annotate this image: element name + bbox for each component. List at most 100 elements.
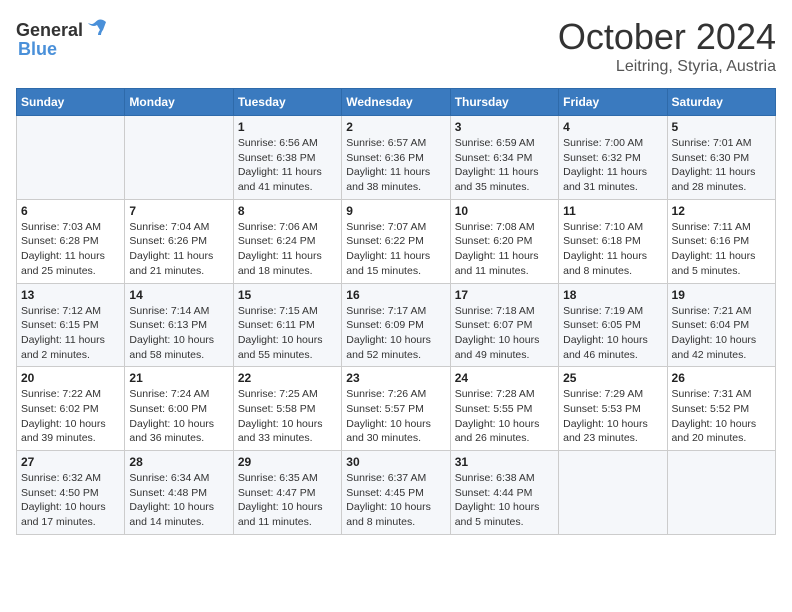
- day-info: Sunrise: 7:01 AM Sunset: 6:30 PM Dayligh…: [672, 136, 771, 195]
- day-info: Sunrise: 7:04 AM Sunset: 6:26 PM Dayligh…: [129, 220, 228, 279]
- calendar-day-cell: 1 Sunrise: 6:56 AM Sunset: 6:38 PM Daylig…: [233, 116, 341, 200]
- day-info: Sunrise: 7:31 AM Sunset: 5:52 PM Dayligh…: [672, 387, 771, 446]
- day-info: Sunrise: 7:21 AM Sunset: 6:04 PM Dayligh…: [672, 304, 771, 363]
- day-number: 16: [346, 288, 445, 302]
- day-number: 15: [238, 288, 337, 302]
- day-info: Sunrise: 6:59 AM Sunset: 6:34 PM Dayligh…: [455, 136, 554, 195]
- calendar-day-cell: 4 Sunrise: 7:00 AM Sunset: 6:32 PM Daylig…: [559, 116, 667, 200]
- day-info: Sunrise: 6:56 AM Sunset: 6:38 PM Dayligh…: [238, 136, 337, 195]
- calendar-day-cell: [17, 116, 125, 200]
- day-number: 24: [455, 371, 554, 385]
- day-info: Sunrise: 7:17 AM Sunset: 6:09 PM Dayligh…: [346, 304, 445, 363]
- calendar-day-cell: 26 Sunrise: 7:31 AM Sunset: 5:52 PM Dayli…: [667, 367, 775, 451]
- day-info: Sunrise: 6:38 AM Sunset: 4:44 PM Dayligh…: [455, 471, 554, 530]
- day-number: 9: [346, 204, 445, 218]
- day-of-week-header: Thursday: [450, 89, 558, 116]
- calendar-day-cell: 12 Sunrise: 7:11 AM Sunset: 6:16 PM Dayli…: [667, 199, 775, 283]
- day-of-week-header: Monday: [125, 89, 233, 116]
- calendar-day-cell: 13 Sunrise: 7:12 AM Sunset: 6:15 PM Dayli…: [17, 283, 125, 367]
- day-info: Sunrise: 7:26 AM Sunset: 5:57 PM Dayligh…: [346, 387, 445, 446]
- day-number: 11: [563, 204, 662, 218]
- day-info: Sunrise: 7:25 AM Sunset: 5:58 PM Dayligh…: [238, 387, 337, 446]
- day-info: Sunrise: 7:08 AM Sunset: 6:20 PM Dayligh…: [455, 220, 554, 279]
- calendar-table: SundayMondayTuesdayWednesdayThursdayFrid…: [16, 88, 776, 535]
- day-info: Sunrise: 7:28 AM Sunset: 5:55 PM Dayligh…: [455, 387, 554, 446]
- day-number: 27: [21, 455, 120, 469]
- day-number: 1: [238, 120, 337, 134]
- day-info: Sunrise: 6:57 AM Sunset: 6:36 PM Dayligh…: [346, 136, 445, 195]
- calendar-day-cell: 18 Sunrise: 7:19 AM Sunset: 6:05 PM Dayli…: [559, 283, 667, 367]
- day-number: 29: [238, 455, 337, 469]
- logo-blue-text: Blue: [18, 39, 57, 60]
- page-header: General Blue October 2024 Leitring, Styr…: [16, 16, 776, 76]
- calendar-day-cell: 2Sunrise: 6:57 AM Sunset: 6:36 PM Daylig…: [342, 116, 450, 200]
- day-info: Sunrise: 7:03 AM Sunset: 6:28 PM Dayligh…: [21, 220, 120, 279]
- day-info: Sunrise: 7:06 AM Sunset: 6:24 PM Dayligh…: [238, 220, 337, 279]
- day-number: 7: [129, 204, 228, 218]
- day-number: 4: [563, 120, 662, 134]
- calendar-day-cell: 29 Sunrise: 6:35 AM Sunset: 4:47 PM Dayli…: [233, 451, 341, 535]
- calendar-day-cell: [125, 116, 233, 200]
- calendar-week-row: 13 Sunrise: 7:12 AM Sunset: 6:15 PM Dayli…: [17, 283, 776, 367]
- month-title: October 2024: [558, 16, 776, 58]
- calendar-day-cell: 5 Sunrise: 7:01 AM Sunset: 6:30 PM Daylig…: [667, 116, 775, 200]
- logo: General Blue: [16, 16, 110, 60]
- day-info: Sunrise: 6:37 AM Sunset: 4:45 PM Dayligh…: [346, 471, 445, 530]
- day-info: Sunrise: 7:19 AM Sunset: 6:05 PM Dayligh…: [563, 304, 662, 363]
- day-number: 18: [563, 288, 662, 302]
- day-info: Sunrise: 7:24 AM Sunset: 6:00 PM Dayligh…: [129, 387, 228, 446]
- logo-general-text: General: [16, 20, 83, 41]
- day-of-week-header: Friday: [559, 89, 667, 116]
- day-info: Sunrise: 7:00 AM Sunset: 6:32 PM Dayligh…: [563, 136, 662, 195]
- day-number: 14: [129, 288, 228, 302]
- day-of-week-header: Sunday: [17, 89, 125, 116]
- day-info: Sunrise: 6:35 AM Sunset: 4:47 PM Dayligh…: [238, 471, 337, 530]
- day-number: 5: [672, 120, 771, 134]
- calendar-day-cell: 21 Sunrise: 7:24 AM Sunset: 6:00 PM Dayli…: [125, 367, 233, 451]
- day-of-week-header: Tuesday: [233, 89, 341, 116]
- day-number: 10: [455, 204, 554, 218]
- calendar-day-cell: 24 Sunrise: 7:28 AM Sunset: 5:55 PM Dayli…: [450, 367, 558, 451]
- day-number: 23: [346, 371, 445, 385]
- day-info: Sunrise: 7:12 AM Sunset: 6:15 PM Dayligh…: [21, 304, 120, 363]
- calendar-day-cell: 6 Sunrise: 7:03 AM Sunset: 6:28 PM Daylig…: [17, 199, 125, 283]
- calendar-day-cell: 23 Sunrise: 7:26 AM Sunset: 5:57 PM Dayli…: [342, 367, 450, 451]
- calendar-day-cell: 17Sunrise: 7:18 AM Sunset: 6:07 PM Dayli…: [450, 283, 558, 367]
- day-info: Sunrise: 7:07 AM Sunset: 6:22 PM Dayligh…: [346, 220, 445, 279]
- title-block: October 2024 Leitring, Styria, Austria: [558, 16, 776, 76]
- calendar-week-row: 1 Sunrise: 6:56 AM Sunset: 6:38 PM Daylig…: [17, 116, 776, 200]
- calendar-day-cell: [667, 451, 775, 535]
- calendar-day-cell: 7 Sunrise: 7:04 AM Sunset: 6:26 PM Daylig…: [125, 199, 233, 283]
- day-number: 25: [563, 371, 662, 385]
- calendar-day-cell: 25Sunrise: 7:29 AM Sunset: 5:53 PM Dayli…: [559, 367, 667, 451]
- day-number: 6: [21, 204, 120, 218]
- calendar-day-cell: 31Sunrise: 6:38 AM Sunset: 4:44 PM Dayli…: [450, 451, 558, 535]
- day-info: Sunrise: 7:22 AM Sunset: 6:02 PM Dayligh…: [21, 387, 120, 446]
- day-info: Sunrise: 7:18 AM Sunset: 6:07 PM Dayligh…: [455, 304, 554, 363]
- day-number: 21: [129, 371, 228, 385]
- calendar-day-cell: 30 Sunrise: 6:37 AM Sunset: 4:45 PM Dayli…: [342, 451, 450, 535]
- calendar-day-cell: 15 Sunrise: 7:15 AM Sunset: 6:11 PM Dayli…: [233, 283, 341, 367]
- day-number: 30: [346, 455, 445, 469]
- calendar-day-cell: 3Sunrise: 6:59 AM Sunset: 6:34 PM Daylig…: [450, 116, 558, 200]
- day-number: 13: [21, 288, 120, 302]
- calendar-day-cell: 27Sunrise: 6:32 AM Sunset: 4:50 PM Dayli…: [17, 451, 125, 535]
- day-number: 19: [672, 288, 771, 302]
- day-info: Sunrise: 7:11 AM Sunset: 6:16 PM Dayligh…: [672, 220, 771, 279]
- day-of-week-header: Saturday: [667, 89, 775, 116]
- day-info: Sunrise: 7:15 AM Sunset: 6:11 PM Dayligh…: [238, 304, 337, 363]
- calendar-day-cell: 20Sunrise: 7:22 AM Sunset: 6:02 PM Dayli…: [17, 367, 125, 451]
- calendar-day-cell: 9 Sunrise: 7:07 AM Sunset: 6:22 PM Daylig…: [342, 199, 450, 283]
- day-info: Sunrise: 6:34 AM Sunset: 4:48 PM Dayligh…: [129, 471, 228, 530]
- day-number: 28: [129, 455, 228, 469]
- day-number: 12: [672, 204, 771, 218]
- calendar-header-row: SundayMondayTuesdayWednesdayThursdayFrid…: [17, 89, 776, 116]
- calendar-week-row: 20Sunrise: 7:22 AM Sunset: 6:02 PM Dayli…: [17, 367, 776, 451]
- day-number: 26: [672, 371, 771, 385]
- calendar-day-cell: 22 Sunrise: 7:25 AM Sunset: 5:58 PM Dayli…: [233, 367, 341, 451]
- calendar-day-cell: 10 Sunrise: 7:08 AM Sunset: 6:20 PM Dayli…: [450, 199, 558, 283]
- day-info: Sunrise: 7:14 AM Sunset: 6:13 PM Dayligh…: [129, 304, 228, 363]
- day-of-week-header: Wednesday: [342, 89, 450, 116]
- calendar-day-cell: 11Sunrise: 7:10 AM Sunset: 6:18 PM Dayli…: [559, 199, 667, 283]
- day-number: 22: [238, 371, 337, 385]
